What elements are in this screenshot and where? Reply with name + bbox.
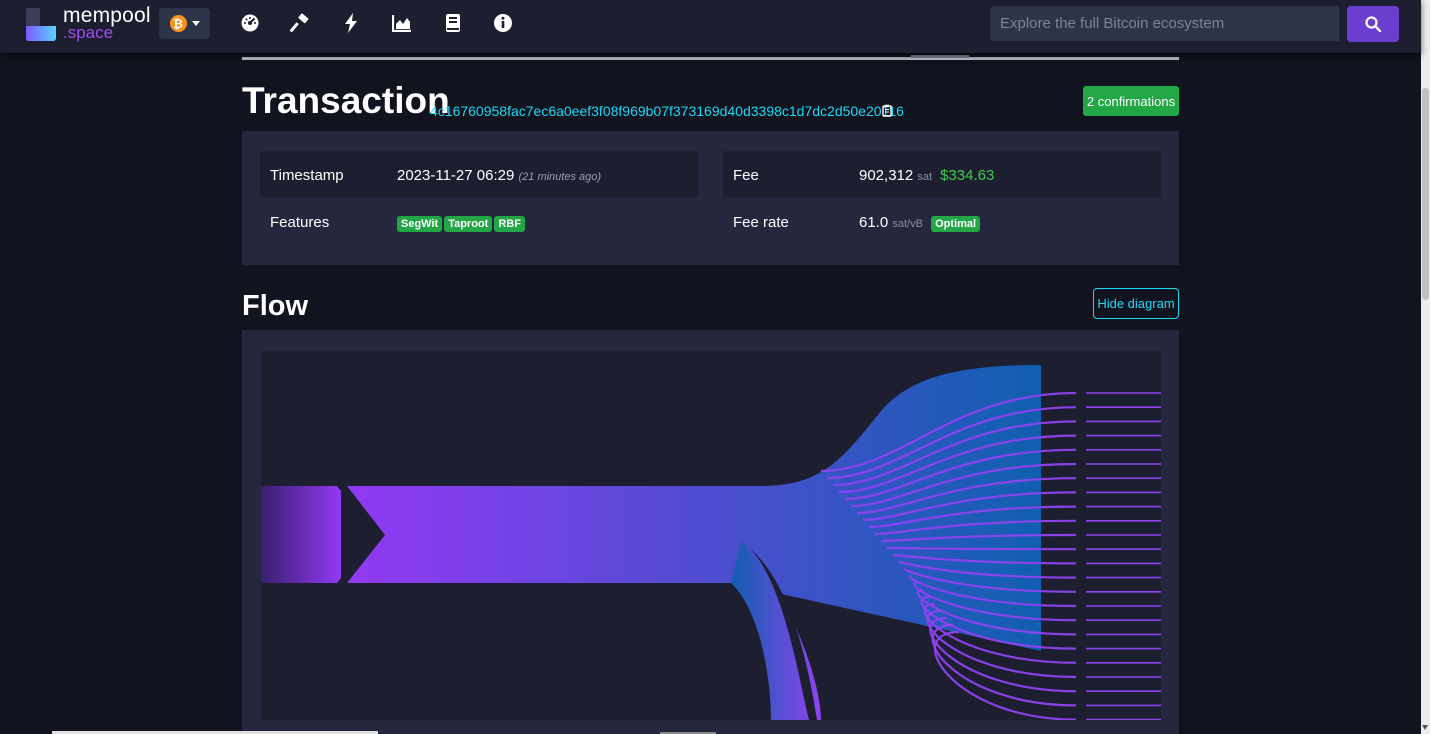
page-title: Transaction (242, 80, 450, 121)
flow-output-line[interactable] (886, 546, 1077, 551)
book-icon[interactable] (442, 12, 464, 34)
feature-tag-taproot[interactable]: Taproot (444, 216, 493, 232)
confirmations-badge: 2 confirmations (1083, 86, 1179, 116)
feerate-unit: sat/vB (892, 218, 923, 230)
scroll-down-arrow-icon[interactable] (1422, 725, 1428, 730)
fee-usd: $334.63 (940, 167, 995, 184)
features-tags: SegWit Taproot RBF (397, 214, 527, 232)
network-selector[interactable]: ₿ (159, 8, 210, 39)
chart-icon[interactable] (391, 12, 413, 34)
scrollbar-thumb[interactable] (1422, 88, 1429, 300)
search-input[interactable] (990, 6, 1339, 41)
transaction-details: Timestamp 2023-11-27 06:29 (21 minutes a… (242, 131, 1179, 265)
mempool-logo[interactable]: mempool .space (26, 4, 151, 41)
logo-text-primary: mempool (63, 4, 151, 27)
timestamp-value: 2023-11-27 06:29 (21 minutes ago) (397, 167, 602, 184)
timestamp-relative: (21 minutes ago) (518, 171, 602, 183)
top-navbar: mempool .space ₿ (0, 0, 1421, 53)
feerate-value: 61.0 sat/vB Optimal (859, 214, 982, 232)
logo-icon (26, 7, 56, 41)
hide-diagram-button[interactable]: Hide diagram (1093, 288, 1179, 319)
hammer-icon[interactable] (289, 12, 311, 34)
search-icon (1365, 16, 1381, 32)
info-icon[interactable] (492, 12, 514, 34)
search-button[interactable] (1347, 6, 1399, 42)
dashboard-icon[interactable] (239, 12, 261, 34)
chevron-down-icon (191, 21, 200, 26)
feerate-label: Fee rate (733, 214, 789, 231)
divider-marker (911, 55, 969, 58)
copy-icon[interactable] (882, 104, 893, 122)
txid-link[interactable]: 4c16760958fac7ec6a0eef3f08f969b07f373169… (430, 103, 904, 119)
fee-unit: sat (917, 171, 933, 183)
flow-title: Flow (242, 290, 309, 322)
divider (242, 57, 1179, 60)
feature-tag-segwit[interactable]: SegWit (397, 216, 443, 232)
page-scrollbar[interactable] (1421, 0, 1430, 734)
feature-tag-rbf[interactable]: RBF (494, 216, 525, 232)
fee-value: 902,312 sat $334.63 (859, 167, 995, 184)
features-label: Features (270, 214, 330, 231)
feerate-badge: Optimal (931, 216, 981, 232)
fee-label: Fee (733, 167, 759, 184)
bitcoin-icon: ₿ (169, 15, 187, 32)
flow-input-stream[interactable] (261, 486, 341, 583)
timestamp-label: Timestamp (270, 167, 344, 184)
flow-diagram[interactable] (261, 351, 1161, 720)
lightning-icon[interactable] (340, 12, 362, 34)
